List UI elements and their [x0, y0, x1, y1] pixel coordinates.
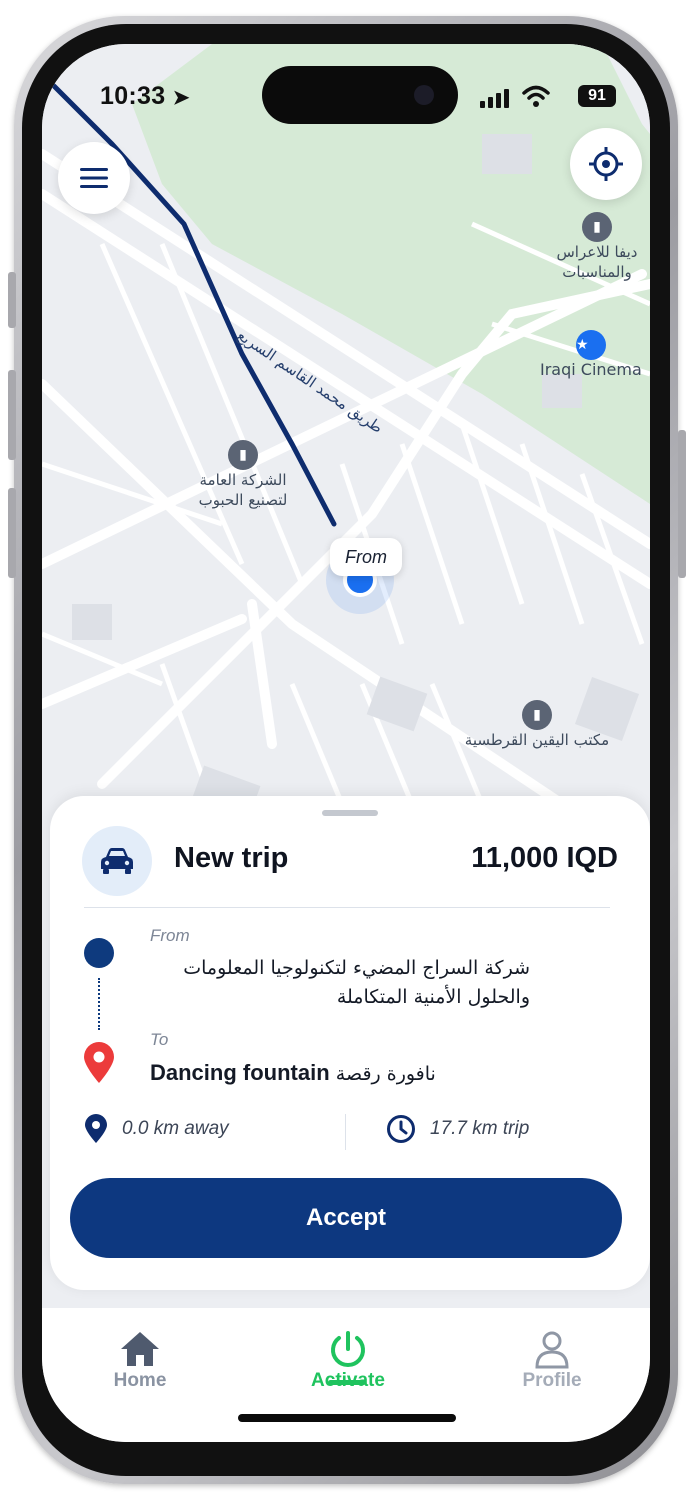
- to-label: To: [150, 1030, 169, 1049]
- building-icon: ▮: [522, 700, 552, 730]
- trip-title: New trip: [174, 842, 289, 874]
- nav-label: Profile: [522, 1370, 582, 1391]
- dynamic-island: [262, 66, 458, 124]
- route-connector: [98, 978, 100, 1030]
- trip-price: 11,000 IQD: [471, 842, 618, 874]
- clock-icon: [387, 1115, 415, 1143]
- trip-distance: 17.7 km trip: [386, 1114, 529, 1144]
- signal-icon: [480, 89, 509, 108]
- divider: [84, 907, 610, 908]
- to-name: Dancing fountain: [150, 1060, 330, 1085]
- poi-stationery-office[interactable]: ▮ مكتب اليقين القرطسية: [462, 700, 612, 750]
- poi-label: Iraqi Cinema: [540, 360, 642, 379]
- nav-home[interactable]: Home: [70, 1328, 210, 1392]
- mute-switch: [8, 272, 16, 328]
- building-icon: ▮: [228, 440, 258, 470]
- from-label: From: [150, 926, 190, 945]
- trip-distance-text: 17.7 km trip: [430, 1118, 530, 1139]
- nav-label: Home: [113, 1370, 167, 1391]
- power-side-button: [678, 430, 686, 578]
- from-address: شركة السراج المضيء لتكنولوجيا المعلومات …: [183, 957, 530, 1008]
- active-tab-indicator: [328, 1380, 366, 1385]
- poi-label: مكتب اليقين القرطسية: [464, 731, 610, 749]
- person-icon: [535, 1331, 569, 1369]
- home-indicator: [238, 1414, 456, 1422]
- location-arrow-icon: ➤: [172, 87, 190, 109]
- battery-indicator: 91: [578, 85, 616, 107]
- screen: طريق محمد القاسم السريع ▮ ديفا للاعراس و…: [42, 44, 650, 1442]
- poi-label: الشركة العامة لتصنيع الحبوب: [198, 471, 288, 509]
- stats-separator: [345, 1114, 346, 1150]
- star-icon: ★: [576, 330, 606, 360]
- menu-button[interactable]: [58, 142, 130, 214]
- camera-icon: [414, 85, 434, 105]
- poi-diva[interactable]: ▮ ديفا للاعراس والمناسبات: [547, 212, 647, 282]
- poi-label: ديفا للاعراس والمناسبات: [556, 243, 638, 281]
- volume-down-button: [8, 488, 16, 578]
- location-pin-icon: [85, 1114, 107, 1143]
- crosshair-icon: [589, 147, 623, 181]
- pickup-tag: From: [330, 538, 402, 576]
- poi-iraqi-cinema[interactable]: ★ Iraqi Cinema: [540, 330, 650, 380]
- home-icon: [121, 1332, 159, 1366]
- destination-pin-icon: [84, 1042, 114, 1083]
- building-icon: ▮: [582, 212, 612, 242]
- power-icon: [331, 1331, 365, 1367]
- car-avatar: [82, 826, 152, 896]
- drag-handle[interactable]: [322, 810, 378, 816]
- to-address: Dancing fountain نافورة رقصة: [150, 1060, 436, 1086]
- wifi-icon: [522, 85, 550, 107]
- status-bar: 10:33 ➤ 91: [42, 44, 650, 144]
- car-icon: [101, 848, 133, 874]
- origin-dot-icon: [84, 938, 114, 968]
- nav-profile[interactable]: Profile: [482, 1328, 622, 1392]
- status-time: 10:33 ➤: [100, 82, 190, 110]
- locate-me-button[interactable]: [570, 128, 642, 200]
- to-name-arabic: نافورة رقصة: [335, 1063, 436, 1085]
- distance-away: 0.0 km away: [84, 1114, 229, 1144]
- volume-up-button: [8, 370, 16, 460]
- accept-button[interactable]: Accept: [70, 1178, 622, 1258]
- distance-away-text: 0.0 km away: [122, 1118, 229, 1139]
- hamburger-icon: [80, 168, 108, 188]
- poi-grain-company[interactable]: ▮ الشركة العامة لتصنيع الحبوب: [180, 440, 306, 510]
- trip-request-card: New trip 11,000 IQD From شركة السراج الم…: [50, 796, 650, 1290]
